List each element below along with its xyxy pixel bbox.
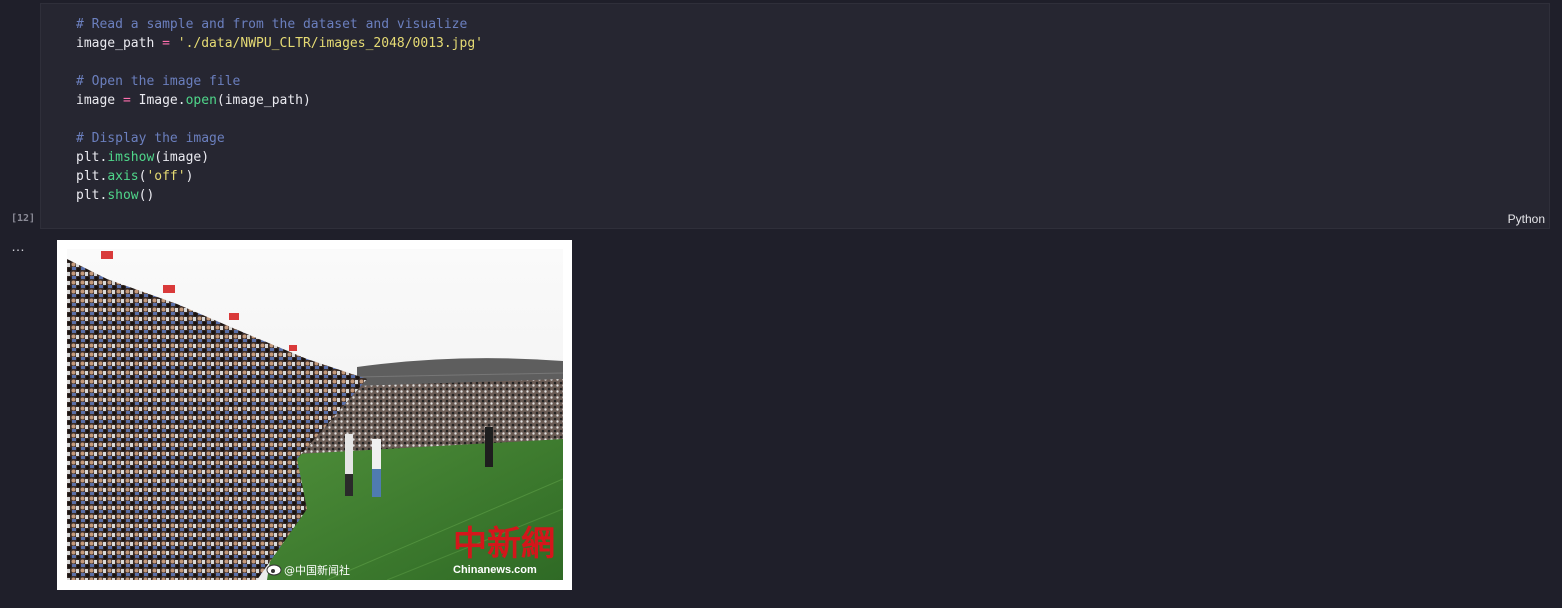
code-line: # Read a sample and from the dataset and… — [76, 15, 483, 34]
code-token: # Read a sample and from the dataset and… — [76, 17, 468, 32]
execution-count: [12] — [11, 213, 36, 224]
language-indicator[interactable]: Python — [1508, 212, 1545, 226]
code-token: # Display the image — [76, 131, 225, 146]
weibo-icon — [266, 564, 282, 576]
code-token: plt. — [76, 188, 108, 203]
code-token: plt. — [76, 169, 108, 184]
code-token: () — [138, 188, 155, 203]
code-line: image_path = './data/NWPU_CLTR/images_20… — [76, 34, 483, 53]
code-token: ) — [185, 169, 194, 184]
code-token: imshow — [107, 150, 155, 165]
code-line: # Open the image file — [76, 72, 483, 91]
watermark-site: Chinanews.com — [453, 564, 537, 576]
cell-gutter — [0, 0, 40, 608]
watermark-logo: 中新網 — [453, 524, 555, 564]
code-token: (image) — [154, 150, 210, 165]
code-line: plt.imshow(image) — [76, 148, 483, 167]
code-token: 'off' — [146, 169, 186, 184]
code-token: = — [122, 93, 131, 108]
code-line: image = Image.open(image_path) — [76, 91, 483, 110]
code-token: './data/NWPU_CLTR/images_2048/0013.jpg' — [177, 36, 483, 51]
code-token: image_path — [76, 36, 163, 51]
code-line: # Display the image — [76, 129, 483, 148]
code-line: plt.show() — [76, 186, 483, 205]
code-token: open — [185, 93, 217, 108]
more-actions-icon[interactable]: … — [11, 238, 26, 254]
watermark-weibo: @中国新闻社 — [284, 563, 350, 577]
code-token: plt. — [76, 150, 108, 165]
code-token: axis — [107, 169, 139, 184]
code-token: Image. — [130, 93, 186, 108]
code-token: = — [162, 36, 170, 51]
code-editor[interactable]: # Read a sample and from the dataset and… — [76, 15, 483, 205]
code-cell[interactable]: # Read a sample and from the dataset and… — [40, 3, 1550, 229]
output-image: 中新網 Chinanews.com @中国新闻社 — [67, 249, 563, 580]
code-token: # Open the image file — [76, 74, 241, 89]
crowd-photo: 中新網 Chinanews.com @中国新闻社 — [67, 249, 563, 580]
code-token: image — [76, 93, 123, 108]
code-token: show — [107, 188, 139, 203]
code-line: plt.axis('off') — [76, 167, 483, 186]
output-image-area: 中新網 Chinanews.com @中国新闻社 — [57, 240, 572, 590]
code-token: (image_path) — [216, 93, 311, 108]
